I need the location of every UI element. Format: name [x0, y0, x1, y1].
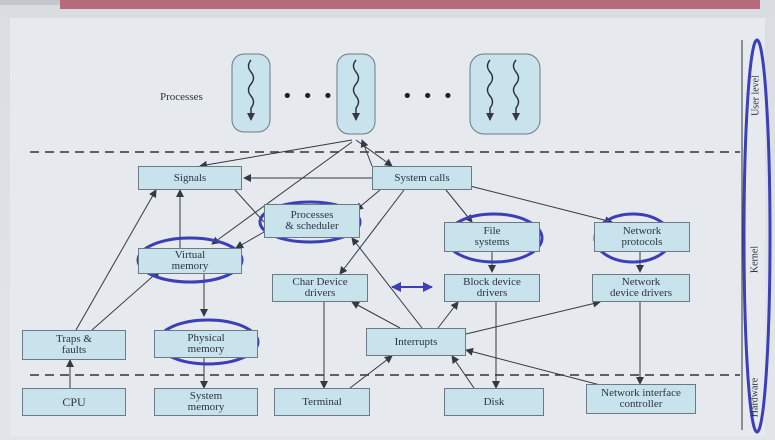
process-pill-2 [336, 53, 376, 135]
char-device-drivers-box: Char Device drivers [272, 274, 368, 302]
kernel-label: Kernel [749, 245, 761, 274]
network-interface-controller-box: Network interface controller [586, 384, 696, 414]
ellipsis-1: • • • [282, 86, 336, 107]
traps-faults-box: Traps & faults [22, 330, 126, 360]
process-pill-1 [231, 53, 271, 133]
physical-memory-box: Physical memory [154, 330, 258, 358]
processes-scheduler-box: Processes & scheduler [264, 204, 360, 238]
signals-box: Signals [138, 166, 242, 190]
system-calls-box: System calls [372, 166, 472, 190]
ellipsis-2: • • • [402, 86, 456, 107]
processes-label: Processes [160, 91, 203, 103]
block-device-drivers-box: Block device drivers [444, 274, 540, 302]
hardware-label: Hardware [749, 377, 761, 418]
network-protocols-box: Network protocols [594, 222, 690, 252]
file-systems-box: File systems [444, 222, 540, 252]
process-pill-3 [469, 53, 541, 135]
system-memory-box: System memory [154, 388, 258, 416]
terminal-box: Terminal [274, 388, 370, 416]
disk-box: Disk [444, 388, 544, 416]
cpu-box: CPU [22, 388, 126, 416]
interrupts-box: Interrupts [366, 328, 466, 356]
user-level-label: User level [750, 75, 762, 116]
network-device-drivers-box: Network device drivers [592, 274, 690, 302]
diagram-canvas [10, 18, 772, 436]
virtual-memory-box: Virtual memory [138, 248, 242, 274]
